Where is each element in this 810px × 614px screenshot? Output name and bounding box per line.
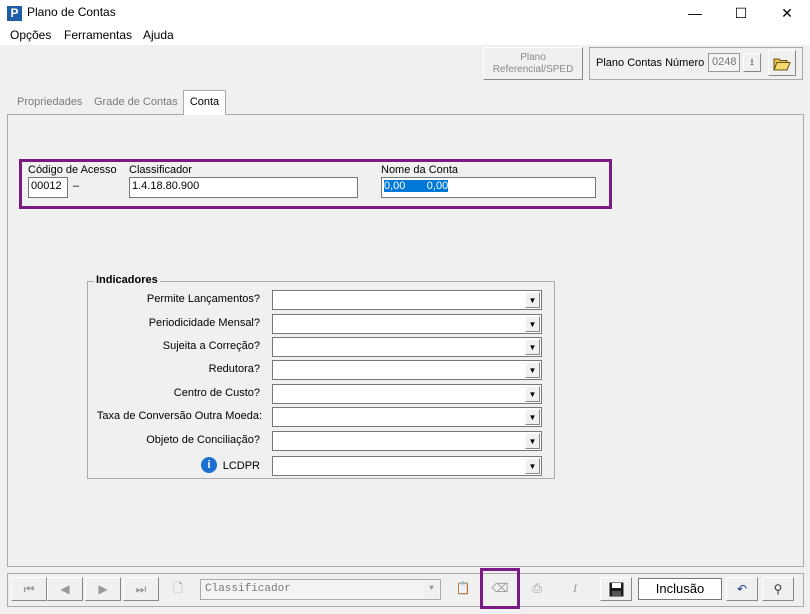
indicadores-title: Indicadores bbox=[94, 274, 160, 286]
close-button[interactable]: ✕ bbox=[764, 0, 810, 27]
maximize-button[interactable]: ☐ bbox=[718, 0, 764, 27]
previous-record-button[interactable]: ◀ bbox=[47, 577, 83, 601]
chevron-down-icon: ▼ bbox=[525, 386, 540, 402]
chevron-down-icon: ▼ bbox=[525, 433, 540, 449]
objeto-conciliacao-select[interactable]: ▼ bbox=[272, 431, 542, 451]
open-folder-button[interactable] bbox=[768, 50, 796, 76]
classificador-field[interactable]: 1.4.18.80.900 bbox=[129, 177, 358, 198]
undo-button[interactable]: ↶ bbox=[726, 577, 758, 601]
binoculars-icon: ⚲ bbox=[773, 582, 783, 596]
save-button[interactable] bbox=[600, 577, 632, 601]
eraser-icon: ⌫ bbox=[491, 581, 509, 595]
lcdpr-select[interactable]: ▼ bbox=[272, 456, 542, 476]
next-record-icon: ▶ bbox=[98, 582, 108, 596]
plano-referencial-button[interactable]: Plano Referencial/SPED bbox=[483, 47, 583, 80]
chevron-down-icon: ▼ bbox=[525, 292, 540, 308]
plano-contas-numero-label: Plano Contas Número bbox=[596, 57, 705, 69]
minimize-button[interactable]: — bbox=[672, 0, 718, 27]
plano-referencial-label: Plano Referencial/SPED bbox=[492, 52, 574, 75]
notes-button[interactable]: 📋 bbox=[447, 577, 479, 601]
tab-conta[interactable]: Conta bbox=[183, 90, 226, 115]
undo-icon: ↶ bbox=[736, 582, 748, 596]
chevron-down-icon: ▼ bbox=[525, 316, 540, 332]
codigo-suffix: – bbox=[73, 180, 80, 192]
taxa-conversao-label: Taxa de Conversão Outra Moeda: bbox=[96, 410, 262, 422]
new-document-button[interactable]: 🗋 bbox=[163, 577, 193, 601]
menu-ajuda[interactable]: Ajuda bbox=[143, 28, 174, 42]
tab-grade-de-contas[interactable]: Grade de Contas bbox=[89, 93, 183, 113]
floppy-disk-icon bbox=[609, 582, 623, 597]
redutora-label: Redutora? bbox=[208, 363, 260, 375]
centro-custo-select[interactable]: ▼ bbox=[272, 384, 542, 404]
last-record-icon: ⏭ bbox=[135, 582, 147, 596]
chevron-down-icon: ▼ bbox=[525, 339, 540, 355]
chevron-down-icon: ▼ bbox=[525, 362, 540, 378]
nome-conta-label: Nome da Conta bbox=[381, 164, 459, 176]
delete-button[interactable]: ⌫ bbox=[484, 577, 516, 601]
first-record-button[interactable]: ⏮ bbox=[11, 577, 47, 601]
sujeita-correcao-label: Sujeita a Correção? bbox=[162, 340, 260, 352]
app-icon: P bbox=[7, 6, 22, 21]
taxa-conversao-select[interactable]: ▼ bbox=[272, 407, 542, 427]
chevron-down-icon: ▼ bbox=[525, 458, 540, 474]
chevron-down-icon: ▼ bbox=[424, 581, 439, 597]
italic-button[interactable]: I bbox=[559, 577, 591, 601]
redutora-select[interactable]: ▼ bbox=[272, 360, 542, 380]
lcdpr-label: LCDPR bbox=[222, 460, 260, 472]
plano-numero-dropdown-button[interactable]: ⭳ bbox=[743, 53, 761, 72]
nome-conta-selected-text: 0,00 0,00 bbox=[384, 180, 449, 192]
codigo-acesso-label: Código de Acesso bbox=[28, 164, 117, 176]
objeto-conciliacao-label: Objeto de Conciliação? bbox=[146, 434, 260, 446]
folder-open-icon bbox=[773, 58, 791, 71]
document-icon: 🗋 bbox=[173, 581, 183, 595]
permite-lancamentos-label: Permite Lançamentos? bbox=[146, 293, 260, 305]
previous-record-icon: ◀ bbox=[60, 582, 70, 596]
print-button[interactable]: ⎙ bbox=[521, 577, 553, 601]
italic-icon: I bbox=[573, 581, 577, 595]
window-title: Plano de Contas bbox=[27, 5, 116, 19]
mode-status-field: Inclusão bbox=[638, 578, 722, 600]
menu-ferramentas[interactable]: Ferramentas bbox=[64, 28, 132, 42]
clipboard-icon: 📋 bbox=[455, 581, 471, 595]
centro-custo-label: Centro de Custo? bbox=[173, 387, 260, 399]
next-record-button[interactable]: ▶ bbox=[85, 577, 121, 601]
search-button[interactable]: ⚲ bbox=[762, 577, 794, 601]
sujeita-correcao-select[interactable]: ▼ bbox=[272, 337, 542, 357]
tab-propriedades[interactable]: Propriedades bbox=[12, 93, 87, 113]
arrow-down-icon: ⭳ bbox=[750, 57, 754, 68]
search-field-combo[interactable]: Classificador ▼ bbox=[200, 579, 441, 600]
periodicidade-mensal-select[interactable]: ▼ bbox=[272, 314, 542, 334]
printer-icon: ⎙ bbox=[532, 581, 542, 595]
classificador-label: Classificador bbox=[129, 164, 192, 176]
plano-contas-numero-field[interactable]: 0248 bbox=[708, 53, 740, 72]
menu-opcoes[interactable]: Opções bbox=[10, 28, 51, 42]
chevron-down-icon: ▼ bbox=[525, 409, 540, 425]
nome-conta-field[interactable]: 0,00 0,00 bbox=[381, 177, 596, 198]
last-record-button[interactable]: ⏭ bbox=[123, 577, 159, 601]
codigo-acesso-field[interactable]: 00012 bbox=[28, 177, 68, 198]
first-record-icon: ⏮ bbox=[23, 582, 35, 596]
periodicidade-mensal-label: Periodicidade Mensal? bbox=[148, 317, 260, 329]
permite-lancamentos-select[interactable]: ▼ bbox=[272, 290, 542, 310]
